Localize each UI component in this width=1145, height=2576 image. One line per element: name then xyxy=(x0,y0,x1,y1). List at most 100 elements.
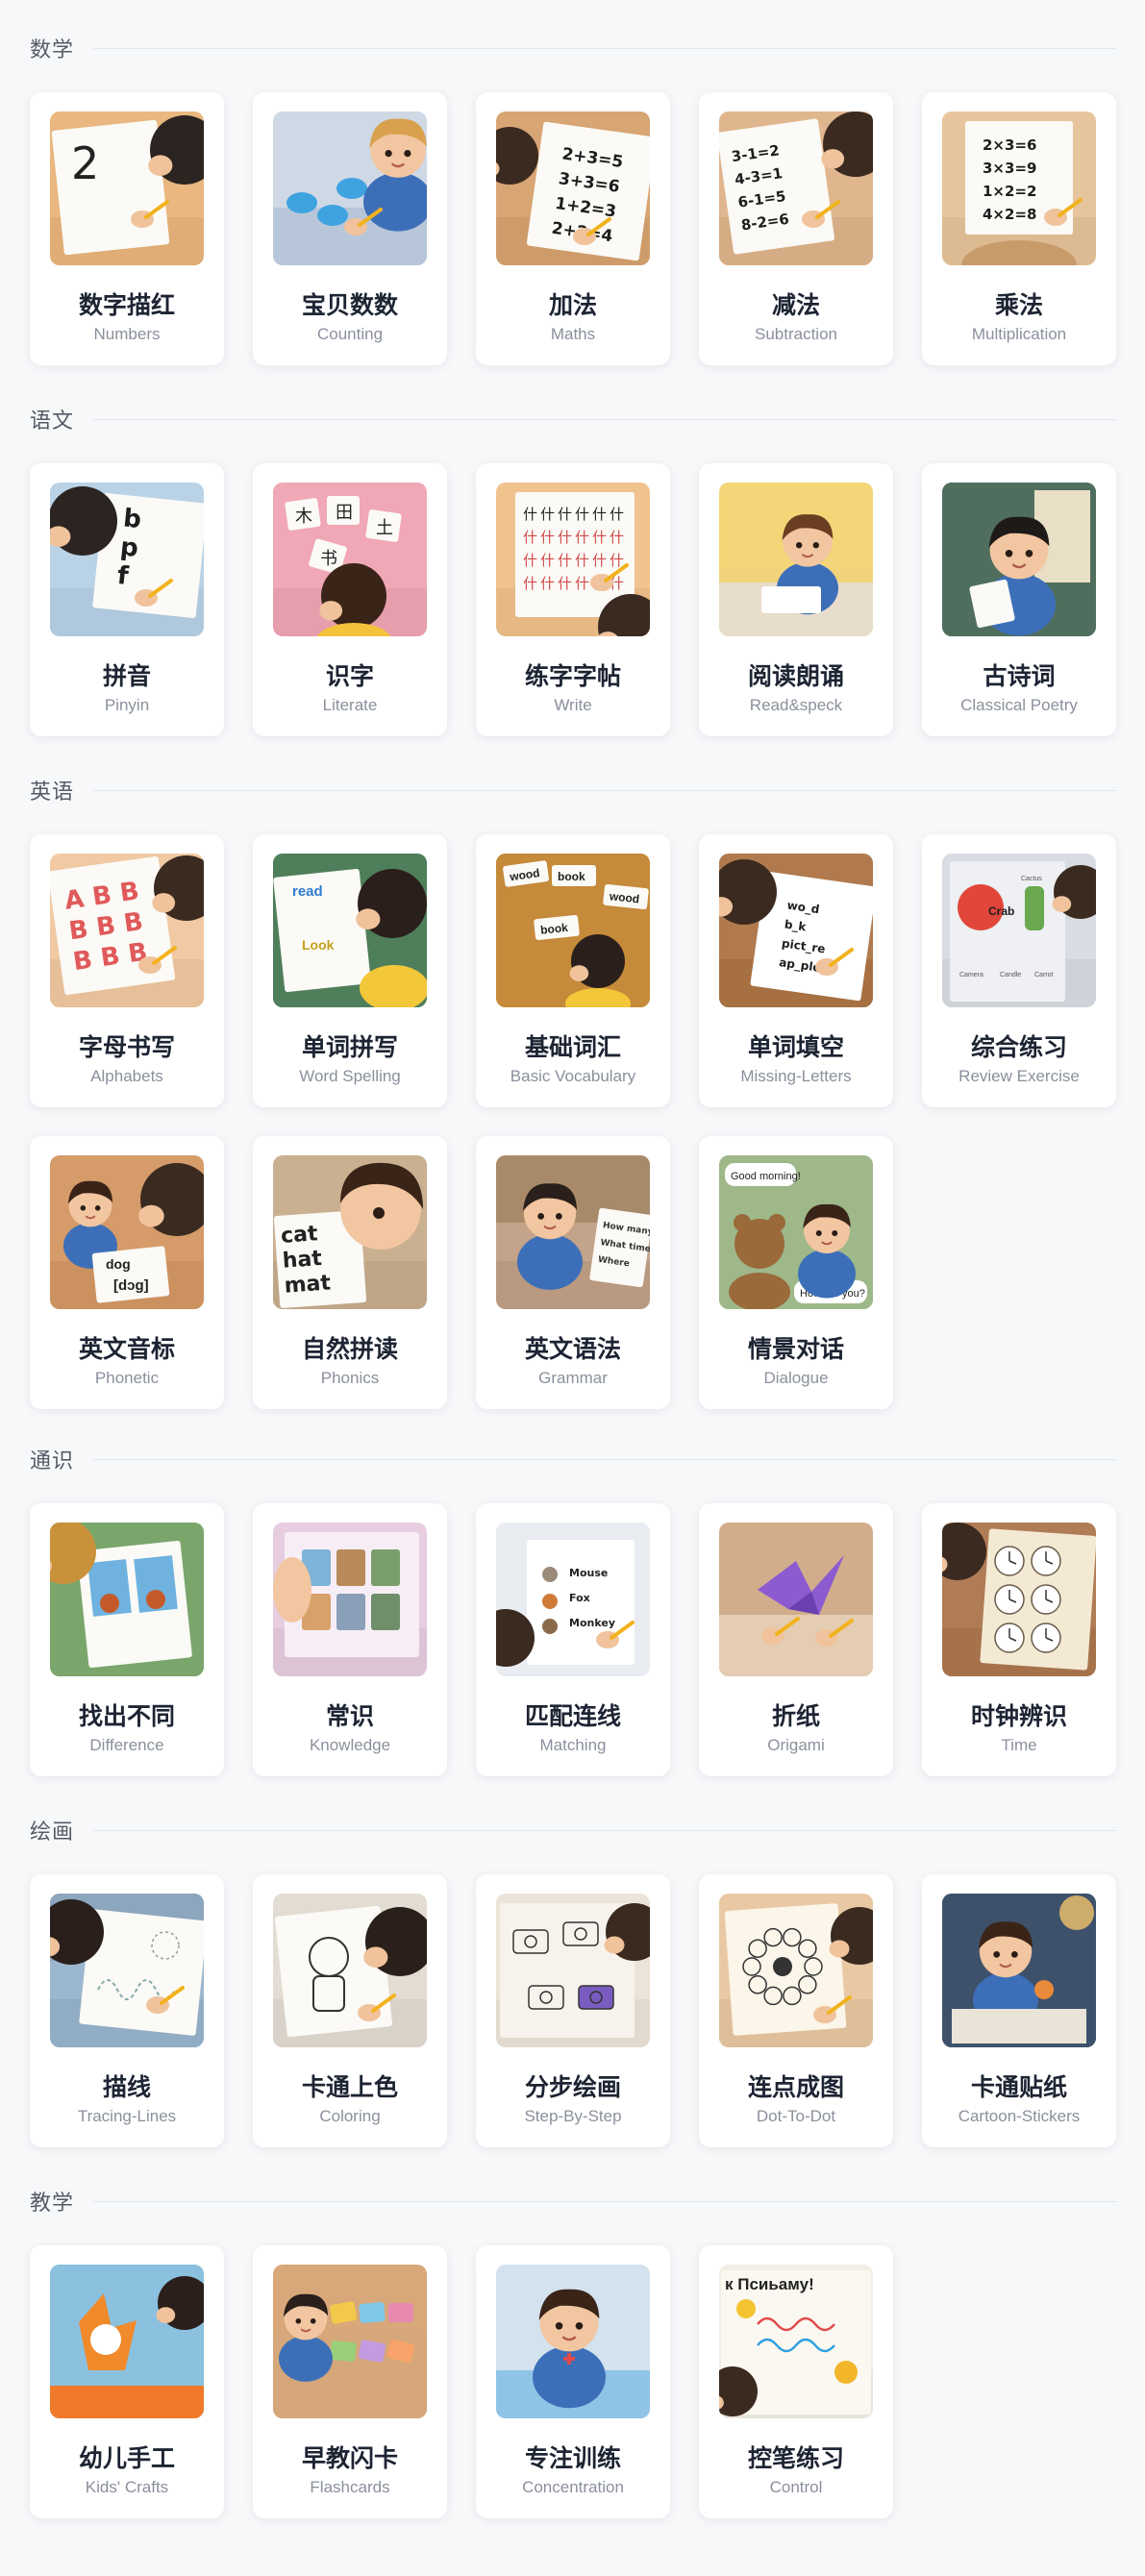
card-subtraction[interactable]: 3-1=2 4-3=1 6-1=5 8-2=6 减法 Subtraction xyxy=(699,92,893,365)
card-title: 分步绘画 xyxy=(524,2074,621,2101)
card-title: 数字描红 xyxy=(78,292,175,319)
card-classical-poetry[interactable]: 古诗词 Classical Poetry xyxy=(922,463,1116,736)
card-kids-crafts[interactable]: 幼儿手工 Kids' Crafts xyxy=(30,2245,224,2518)
card-title: 识字 xyxy=(325,663,374,690)
card-origami[interactable]: 折纸 Origami xyxy=(699,1503,893,1776)
card-title: 自然拼读 xyxy=(301,1336,398,1363)
card-subtitle: Numbers xyxy=(93,325,161,343)
card-title: 单词拼写 xyxy=(301,1034,398,1061)
multiplication-image: 2×3=6 3×3=9 1×2=2 4×2=8 xyxy=(942,111,1096,265)
card-subtitle: Classical Poetry xyxy=(960,696,1078,714)
svg-text:什: 什 xyxy=(540,530,555,546)
card-time[interactable]: 时钟辨识 Time xyxy=(922,1503,1116,1776)
svg-text:4×2=8: 4×2=8 xyxy=(983,206,1036,223)
card-subtitle: Difference xyxy=(89,1736,164,1754)
svg-text:Good morning!: Good morning! xyxy=(731,1171,801,1182)
svg-text:mat: mat xyxy=(284,1271,332,1298)
numbers-image: 2 xyxy=(50,111,204,265)
card-title: 专注训练 xyxy=(524,2445,621,2472)
card-title: 古诗词 xyxy=(983,663,1056,690)
card-knowledge[interactable]: 常识 Knowledge xyxy=(253,1503,447,1776)
section-title: 数学 xyxy=(30,37,75,62)
card-subtitle: Coloring xyxy=(319,2107,381,2125)
card-subtitle: Cartoon-Stickers xyxy=(958,2107,1081,2125)
card-read-speck[interactable]: 阅读朗诵 Read&speck xyxy=(699,463,893,736)
section-divider xyxy=(93,2200,1116,2202)
card-missing-letters[interactable]: wo_d b_k pict_re ap_ple 单词填空 Missing-Letters xyxy=(699,834,893,1107)
card-title: 练字字帖 xyxy=(524,663,621,690)
section-header: 语文 xyxy=(30,400,1116,438)
svg-text:什: 什 xyxy=(610,530,624,546)
svg-text:b: b xyxy=(122,504,143,534)
svg-text:Crab: Crab xyxy=(988,904,1014,918)
card-literate[interactable]: 木 田土书识字 Literate xyxy=(253,463,447,736)
basic-vocabulary-image: wood book wood book xyxy=(496,854,650,1007)
card-flashcards[interactable]: 早教闪卡 Flashcards xyxy=(253,2245,447,2518)
card-counting[interactable]: 宝贝数数 Counting xyxy=(253,92,447,365)
card-step-by-step[interactable]: 分步绘画 Step-By-Step xyxy=(476,1874,670,2147)
coloring-image xyxy=(273,1894,427,2047)
card-title: 英文音标 xyxy=(78,1336,175,1363)
card-subtitle: Step-By-Step xyxy=(524,2107,622,2125)
svg-text:什: 什 xyxy=(575,530,589,546)
card-tracing-lines[interactable]: 描线 Tracing-Lines xyxy=(30,1874,224,2147)
card-title: 连点成图 xyxy=(747,2074,844,2101)
svg-text:read: read xyxy=(292,883,323,900)
card-title: 情景对话 xyxy=(747,1336,844,1363)
card-dialogue[interactable]: Good morning!How are you? 情景对话 Dialogue xyxy=(699,1136,893,1409)
time-image xyxy=(942,1523,1096,1676)
card-coloring[interactable]: 卡通上色 Coloring xyxy=(253,1874,447,2147)
card-maths[interactable]: 2+3=53+3=61+2=32+2=4 加法 Maths xyxy=(476,92,670,365)
card-alphabets[interactable]: A B BB B BB B B 字母书写 Alphabets xyxy=(30,834,224,1107)
card-title: 匹配连线 xyxy=(524,1703,621,1730)
card-title: 卡通上色 xyxy=(301,2074,398,2101)
card-title: 阅读朗诵 xyxy=(747,663,844,690)
section-title: 语文 xyxy=(30,409,75,433)
card-subtitle: Tracing-Lines xyxy=(77,2107,177,2125)
svg-text:什: 什 xyxy=(523,553,537,569)
svg-text:木: 木 xyxy=(295,507,312,526)
card-difference[interactable]: 找出不同 Difference xyxy=(30,1503,224,1776)
svg-text:田: 田 xyxy=(336,503,353,522)
card-subtitle: Multiplication xyxy=(971,325,1067,343)
card-subtitle: Maths xyxy=(550,325,596,343)
alphabets-image: A B BB B BB B B xyxy=(50,854,204,1007)
card-word-spelling[interactable]: read Look 单词拼写 Word Spelling xyxy=(253,834,447,1107)
card-control[interactable]: к Пcиьаму! 控笔练习 Control xyxy=(699,2245,893,2518)
card-subtitle: Flashcards xyxy=(310,2478,390,2496)
section-header: 数学 xyxy=(30,29,1116,67)
section-title: 英语 xyxy=(30,780,75,804)
svg-text:к Пcиьаму!: к Пcиьаму! xyxy=(725,2275,814,2293)
tracing-lines-image xyxy=(50,1894,204,2047)
card-phonetic[interactable]: dog [dɔg] 英文音标 Phonetic xyxy=(30,1136,224,1409)
card-matching[interactable]: Mouse Fox Monkey 匹配连线 Matching xyxy=(476,1503,670,1776)
card-cartoon-stickers[interactable]: 卡通贴纸 Cartoon-Stickers xyxy=(922,1874,1116,2147)
svg-text:Look: Look xyxy=(302,937,335,953)
card-basic-vocabulary[interactable]: wood book wood book 基础词汇 Basic Vocabulary xyxy=(476,834,670,1107)
svg-text:Monkey: Monkey xyxy=(569,1617,615,1629)
card-title: 描线 xyxy=(102,2074,151,2101)
literate-image: 木 田土书 xyxy=(273,483,427,636)
card-subtitle: Basic Vocabulary xyxy=(510,1067,636,1085)
card-subtitle: Kids' Crafts xyxy=(85,2478,169,2496)
card-numbers[interactable]: 2 数字描红 Numbers xyxy=(30,92,224,365)
card-title: 卡通贴纸 xyxy=(970,2074,1067,2101)
card-multiplication[interactable]: 2×3=6 3×3=9 1×2=2 4×2=8 乘法 Multiplication xyxy=(922,92,1116,365)
card-subtitle: Control xyxy=(769,2478,823,2496)
origami-image xyxy=(719,1523,873,1676)
card-concentration[interactable]: 专注训练 Concentration xyxy=(476,2245,670,2518)
subtraction-image: 3-1=2 4-3=1 6-1=5 8-2=6 xyxy=(719,111,873,265)
card-subtitle: Word Spelling xyxy=(299,1067,401,1085)
card-phonics[interactable]: cat hat mat 自然拼读 Phonics xyxy=(253,1136,447,1409)
card-pinyin[interactable]: b p f 拼音 Pinyin xyxy=(30,463,224,736)
card-review-exercise[interactable]: Crab Cactus Camera Candle Carrot 综合练习 Review E… xyxy=(922,834,1116,1107)
card-subtitle: Counting xyxy=(316,325,384,343)
card-subtitle: Pinyin xyxy=(104,696,150,714)
svg-text:Mouse: Mouse xyxy=(569,1567,608,1579)
svg-text:Camera: Camera xyxy=(959,972,983,978)
card-grammar[interactable]: How many What time Where 英文语法 Grammar xyxy=(476,1136,670,1409)
card-write[interactable]: 什什什什什什什什什什什什什什什什什什什什什什什什练字字帖 Write xyxy=(476,463,670,736)
card-dot-to-dot[interactable]: 连点成图 Dot-To-Dot xyxy=(699,1874,893,2147)
phonetic-image: dog [dɔg] xyxy=(50,1155,204,1309)
card-subtitle: Missing-Letters xyxy=(740,1067,852,1085)
